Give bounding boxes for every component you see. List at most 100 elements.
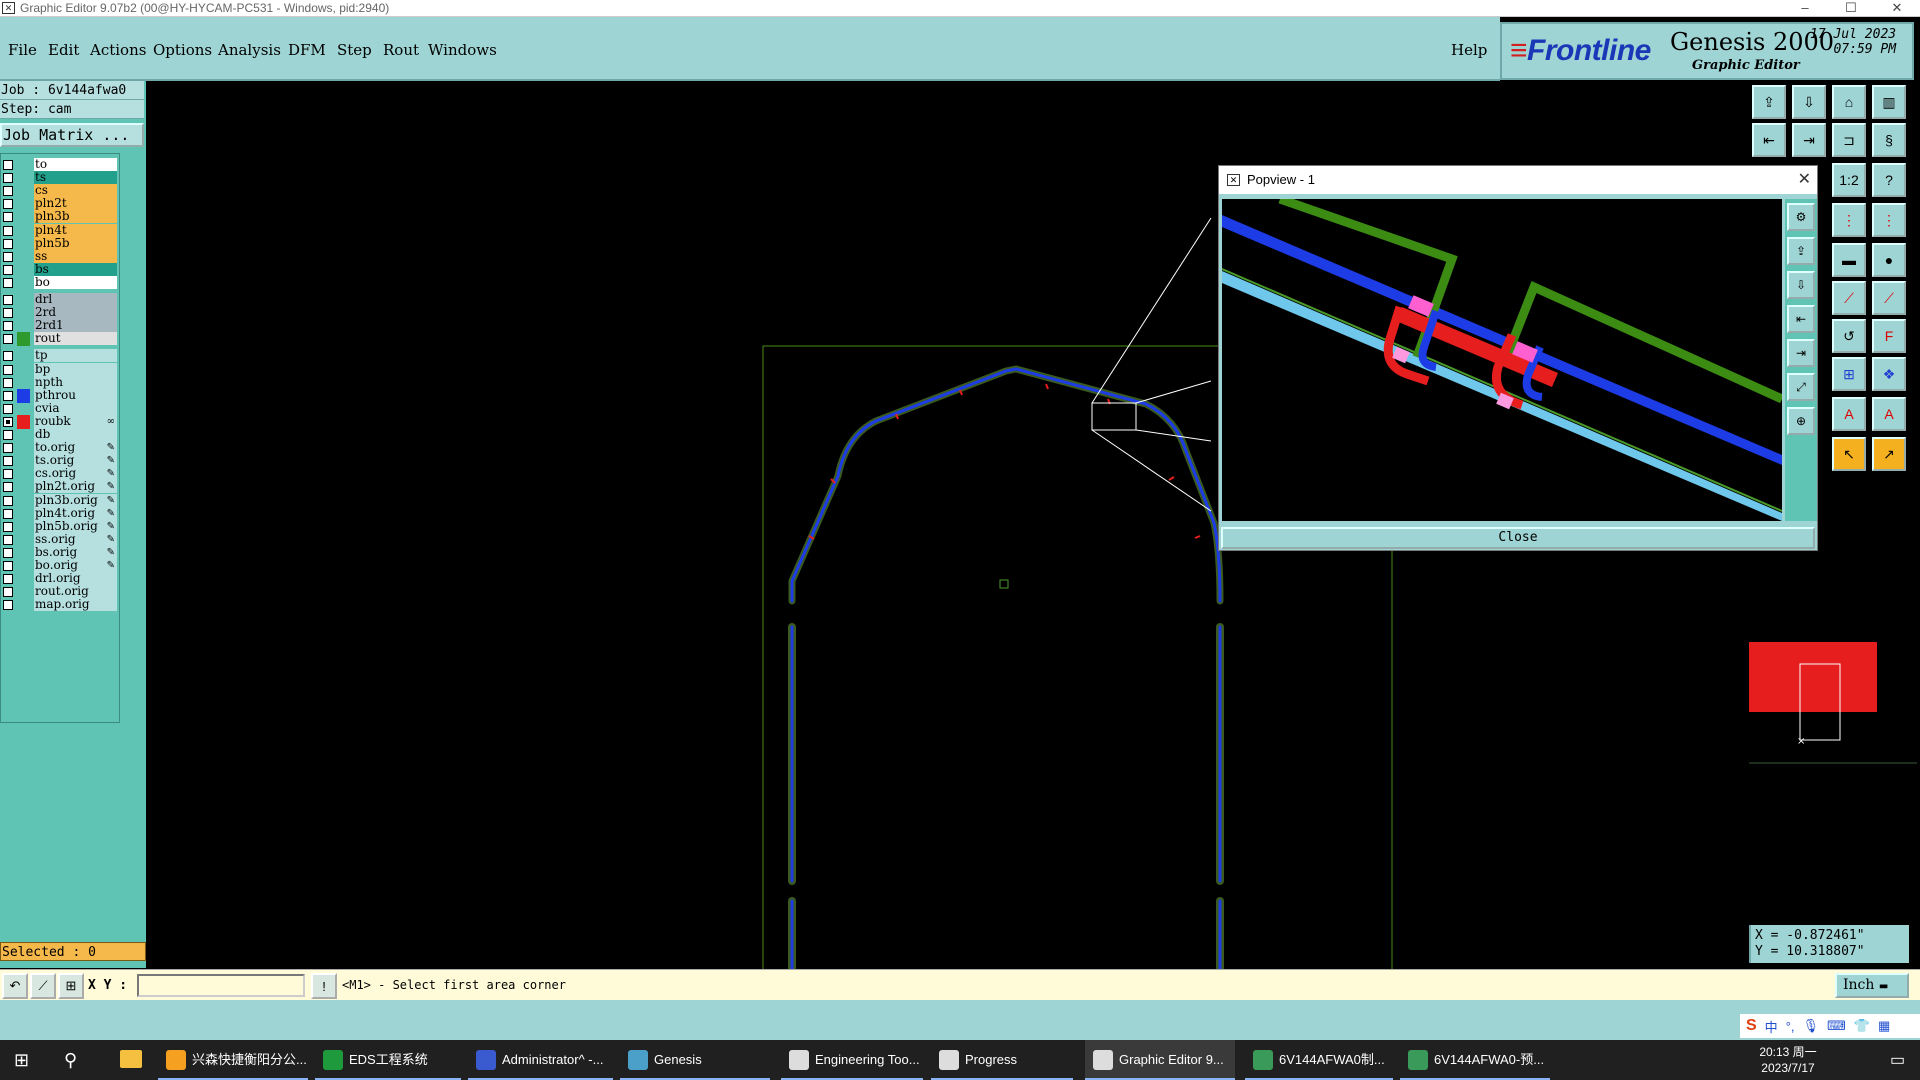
layer-row[interactable]: db	[1, 428, 119, 442]
popview-config-icon[interactable]: ⚙	[1787, 203, 1815, 231]
toolbar-text-icon[interactable]: F	[1872, 319, 1906, 353]
layer-name[interactable]: cvia	[34, 401, 117, 415]
taskbar-app[interactable]: Administrator^ -...	[468, 1040, 613, 1080]
layer-row[interactable]: npth	[1, 375, 119, 390]
layer-row[interactable]: pthrou	[1, 388, 119, 403]
layer-row[interactable]: to.orig ✎	[1, 441, 119, 455]
system-clock[interactable]: 20:13 周一 2023/7/17	[1753, 1044, 1823, 1076]
layer-checkbox[interactable]	[3, 390, 13, 401]
layer-name[interactable]: cs	[34, 184, 117, 198]
popview-import-icon[interactable]: ⇪	[1787, 237, 1815, 265]
layer-row[interactable]: drl.orig	[1, 572, 119, 586]
xy-input[interactable]	[137, 974, 305, 997]
layer-checkbox[interactable]	[3, 587, 13, 598]
layer-name[interactable]: bo	[34, 275, 117, 289]
layer-checkbox[interactable]	[3, 321, 13, 332]
layer-checkbox[interactable]	[3, 351, 13, 362]
layer-row[interactable]: map.orig	[1, 598, 119, 612]
layer-row[interactable]: bo.orig ✎	[1, 559, 119, 573]
toolbar-scale-icon[interactable]: 1:2	[1832, 163, 1866, 197]
ime-menu-icon[interactable]: ▦	[1878, 1018, 1890, 1034]
layer-checkbox[interactable]	[3, 508, 13, 519]
layer-row[interactable]: pln5b.orig ✎	[1, 519, 119, 534]
ime-mic-icon[interactable]: 🎙	[1803, 1018, 1820, 1034]
popview-close-icon[interactable]: ✕	[1798, 166, 1811, 194]
layer-checkbox[interactable]	[3, 199, 13, 210]
layer-name[interactable]: pln3b	[34, 210, 117, 224]
layer-row[interactable]: cvia	[1, 401, 119, 416]
ime-punct-icon[interactable]: °,	[1786, 1019, 1795, 1034]
menu-step[interactable]: Step	[337, 41, 372, 59]
layer-row[interactable]: 2rd1	[1, 319, 119, 333]
menu-file[interactable]: File	[8, 41, 37, 59]
layer-row[interactable]: pln3b	[1, 210, 119, 224]
layer-checkbox[interactable]	[3, 547, 13, 558]
layer-name[interactable]: pln2t	[34, 197, 117, 211]
layer-name[interactable]: to.orig ✎	[34, 441, 117, 455]
layer-name[interactable]: drl	[34, 293, 117, 306]
layer-row[interactable]: rout.orig	[1, 585, 119, 599]
layer-checkbox[interactable]	[3, 561, 13, 571]
layer-checkbox[interactable]	[3, 308, 13, 319]
layer-checkbox[interactable]	[3, 495, 13, 506]
layer-name[interactable]: bp	[34, 362, 117, 376]
layer-name[interactable]: 2rd	[34, 306, 117, 320]
layer-checkbox[interactable]	[3, 482, 13, 493]
taskbar-app[interactable]: 兴森快捷衡阳分公...	[158, 1040, 308, 1080]
layer-checkbox[interactable]	[3, 225, 13, 236]
layer-name[interactable]: bo.orig ✎	[34, 559, 117, 572]
toolbar-import-icon[interactable]: ⇪	[1752, 85, 1786, 119]
unit-selector[interactable]: Inch ▬	[1835, 973, 1909, 998]
layer-row[interactable]: rout	[1, 332, 119, 347]
notification-icon[interactable]: ▭	[1890, 1050, 1905, 1070]
popview-forward-icon[interactable]: ⇥	[1787, 339, 1815, 367]
layer-name[interactable]: db	[34, 428, 117, 441]
menu-actions[interactable]: Actions	[90, 41, 146, 59]
layer-row[interactable]: bs.orig ✎	[1, 545, 119, 560]
toolbar-forward-icon[interactable]: ⇥	[1792, 123, 1826, 157]
layer-checkbox[interactable]	[3, 160, 13, 170]
ime-keyboard-icon[interactable]: ⌨	[1827, 1018, 1846, 1034]
layer-checkbox[interactable]	[3, 173, 13, 184]
layer-name[interactable]: ss.orig ✎	[34, 532, 117, 546]
layer-name[interactable]: drl.orig	[34, 572, 117, 586]
layer-name[interactable]: pln5b	[34, 236, 117, 250]
layer-row[interactable]: pln2t.orig ✎	[1, 480, 119, 494]
layer-row[interactable]: ts	[1, 171, 119, 185]
layer-checkbox[interactable]	[3, 277, 13, 288]
popview-fit-icon[interactable]: ⤢	[1787, 373, 1815, 401]
layer-row[interactable]: pln4t.orig ✎	[1, 506, 119, 521]
layer-row[interactable]: bp	[1, 362, 119, 377]
layer-name[interactable]: cs.orig ✎	[34, 467, 117, 481]
layer-checkbox[interactable]	[3, 186, 13, 197]
layer-row[interactable]: pln3b.orig ✎	[1, 493, 119, 508]
layer-name[interactable]: pln4t.orig ✎	[34, 506, 117, 520]
cmd-measure-icon[interactable]: ⟋	[30, 973, 56, 999]
popview-close-button[interactable]: Close	[1221, 527, 1815, 549]
cmd-undo-icon[interactable]: ↶	[2, 973, 28, 999]
toolbar-line2-icon[interactable]: ⟋	[1872, 281, 1906, 315]
layer-row[interactable]: ss.orig ✎	[1, 532, 119, 547]
toolbar-font-b-icon[interactable]: A	[1872, 397, 1906, 431]
layer-name[interactable]: pthrou	[34, 388, 117, 402]
menu-windows[interactable]: Windows	[428, 41, 497, 59]
layer-name[interactable]: rout	[34, 332, 117, 346]
menu-dfm[interactable]: DFM	[288, 41, 326, 59]
menu-help[interactable]: Help	[1451, 41, 1487, 59]
toolbar-mirror-icon[interactable]: ⊐	[1832, 123, 1866, 157]
ime-skin-icon[interactable]: 👕	[1854, 1018, 1870, 1034]
layer-checkbox[interactable]	[3, 521, 13, 532]
popview-canvas[interactable]	[1222, 199, 1782, 521]
layer-checkbox[interactable]	[3, 443, 13, 454]
toolbar-help-icon[interactable]: ?	[1872, 163, 1906, 197]
toolbar-select-icon[interactable]: ↖	[1832, 437, 1866, 471]
search-button[interactable]: ⚲	[54, 1040, 94, 1080]
taskbar-app[interactable]: 6V144AFWA0制...	[1245, 1040, 1393, 1080]
menu-analysis[interactable]: Analysis	[218, 41, 281, 59]
menu-rout[interactable]: Rout	[383, 41, 419, 59]
layer-name[interactable]: rout.orig	[34, 585, 117, 599]
layer-row[interactable]: pln2t	[1, 197, 119, 211]
layer-row[interactable]: roubk ∞	[1, 414, 119, 429]
layer-name[interactable]: npth	[34, 375, 117, 389]
layer-checkbox[interactable]	[3, 416, 13, 427]
